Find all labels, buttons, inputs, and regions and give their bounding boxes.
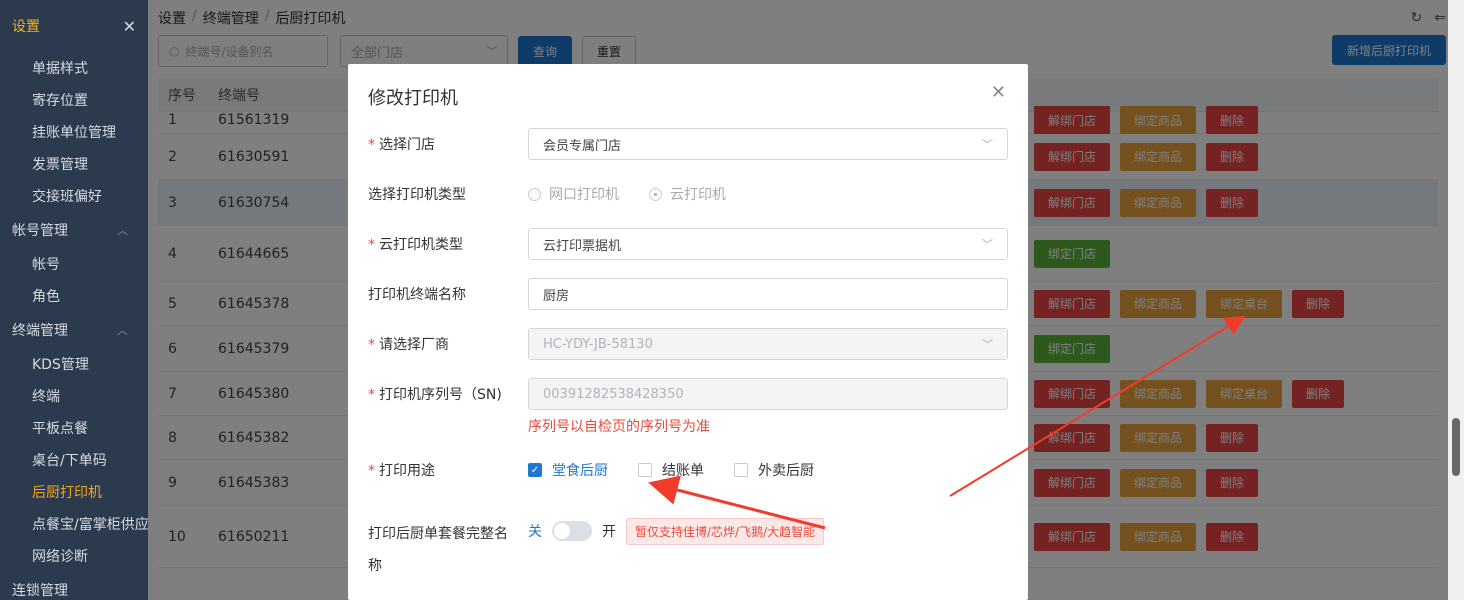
check-icon: ✓ [528,463,542,477]
store-select[interactable]: 会员专属门店 ﹀ [528,128,1008,160]
store-label: * 选择门店 [368,137,435,153]
sidebar-item-credit-units[interactable]: 挂账单位管理 [0,116,148,148]
sidebar-item-shift[interactable]: 交接班偏好 [0,180,148,212]
fullname-toggle[interactable] [552,521,592,541]
chevron-down-icon: ﹀ [982,338,993,351]
printer-name-label: 打印机终端名称 [368,287,466,303]
sn-label: * 打印机序列号（SN) [368,387,502,403]
sidebar-item-supplier[interactable]: 点餐宝/富掌柜供应 [0,508,148,540]
cloud-type-value: 云打印票据机 [543,238,622,254]
sidebar-group-terminal[interactable]: 终端管理 ︿ [0,312,148,348]
sidebar-item-account[interactable]: 帐号 [0,248,148,280]
printer-type-radio-group: 网口打印机 云打印机 [528,178,726,210]
sidebar-title: 设置 [12,19,40,35]
form-row-vendor: * 请选择厂商 HC-YDY-JB-58130 ﹀ [368,328,1008,360]
close-icon[interactable]: ✕ [991,82,1006,103]
close-icon[interactable]: ✕ [123,17,136,36]
chevron-up-icon: ︿ [117,224,128,237]
sidebar-item-storage[interactable]: 寄存位置 [0,84,148,116]
vendor-label: * 请选择厂商 [368,337,449,353]
cloud-type-select[interactable]: 云打印票据机 ﹀ [528,228,1008,260]
sidebar-group-account[interactable]: 帐号管理 ︿ [0,212,148,248]
page-scrollbar[interactable] [1448,0,1464,600]
sidebar-group-label: 帐号管理 [12,223,68,239]
edit-printer-modal: 修改打印机 ✕ * 选择门店 会员专属门店 ﹀ 选择打印机类型 网口打印机 云打印… [348,64,1028,600]
printer-name-value: 厨房 [543,288,570,304]
form-row-cloud-type: * 云打印机类型 云打印票据机 ﹀ [368,228,1008,260]
sidebar: 设置 ✕ 单据样式 寄存位置 挂账单位管理 发票管理 交接班偏好 帐号管理 ︿ … [0,0,148,600]
sn-hint: 序列号以自检页的序列号为准 [528,419,710,435]
usage-checkbox-group: ✓ 堂食后厨 结账单 外卖后厨 [528,460,814,480]
form-row-printer-type: 选择打印机类型 网口打印机 云打印机 [368,178,726,210]
sidebar-item-terminal[interactable]: 终端 [0,380,148,412]
scrollbar-thumb[interactable] [1452,418,1460,476]
sidebar-item-receipt-style[interactable]: 单据样式 [0,52,148,84]
printer-name-input[interactable]: 厨房 [528,278,1008,310]
radio-cloud-printer[interactable]: 云打印机 [649,184,726,204]
sn-input[interactable]: 00391282538428350 [528,378,1008,410]
sidebar-item-kds[interactable]: KDS管理 [0,348,148,380]
sidebar-group-label: 连锁管理 [12,583,68,599]
sidebar-group-label: 终端管理 [12,323,68,339]
checkbox-takeout-kitchen[interactable]: 外卖后厨 [734,460,814,480]
chevron-down-icon: ﹀ [982,138,993,151]
fullname-toggle-group: 关 开 暂仅支持佳博/芯烨/飞鹅/大趋智能 [528,517,825,545]
chevron-up-icon: ︿ [117,324,128,337]
sidebar-item-role[interactable]: 角色 [0,280,148,312]
sidebar-header: 设置 ✕ [0,0,148,52]
sidebar-item-tablet[interactable]: 平板点餐 [0,412,148,444]
fullname-label: 打印后厨单套餐完整名 称 [368,526,508,574]
sn-value: 00391282538428350 [543,386,684,402]
toggle-off-label: 关 [528,524,542,540]
printer-type-label: 选择打印机类型 [368,187,466,203]
sidebar-item-invoice[interactable]: 发票管理 [0,148,148,180]
chevron-down-icon: ﹀ [982,238,993,251]
radio-network-printer[interactable]: 网口打印机 [528,184,619,204]
sidebar-group-chain[interactable]: 连锁管理 [0,572,148,600]
sidebar-item-kitchen-printer[interactable]: 后厨打印机 [0,476,148,508]
checkbox-dine-in-kitchen[interactable]: ✓ 堂食后厨 [528,460,608,480]
sidebar-item-table-qr[interactable]: 桌台/下单码 [0,444,148,476]
form-row-usage: * 打印用途 ✓ 堂食后厨 结账单 外卖后厨 [368,460,814,480]
toggle-on-label: 开 [602,524,616,540]
form-row-sn: * 打印机序列号（SN) 00391282538428350 [368,378,1008,410]
vendor-value: HC-YDY-JB-58130 [543,336,653,352]
form-row-store: * 选择门店 会员专属门店 ﹀ [368,128,1008,160]
support-note-badge: 暂仅支持佳博/芯烨/飞鹅/大趋智能 [626,517,825,545]
checkbox-bill[interactable]: 结账单 [638,460,704,480]
form-row-name: 打印机终端名称 厨房 [368,278,1008,310]
sidebar-item-network[interactable]: 网络诊断 [0,540,148,572]
store-value: 会员专属门店 [543,138,622,154]
form-row-fullname: 打印后厨单套餐完整名 称 关 开 暂仅支持佳博/芯烨/飞鹅/大趋智能 [368,517,825,582]
vendor-select[interactable]: HC-YDY-JB-58130 ﹀ [528,328,1008,360]
usage-label: * 打印用途 [368,463,435,479]
cloud-type-label: * 云打印机类型 [368,237,463,253]
modal-title: 修改打印机 [368,88,458,109]
